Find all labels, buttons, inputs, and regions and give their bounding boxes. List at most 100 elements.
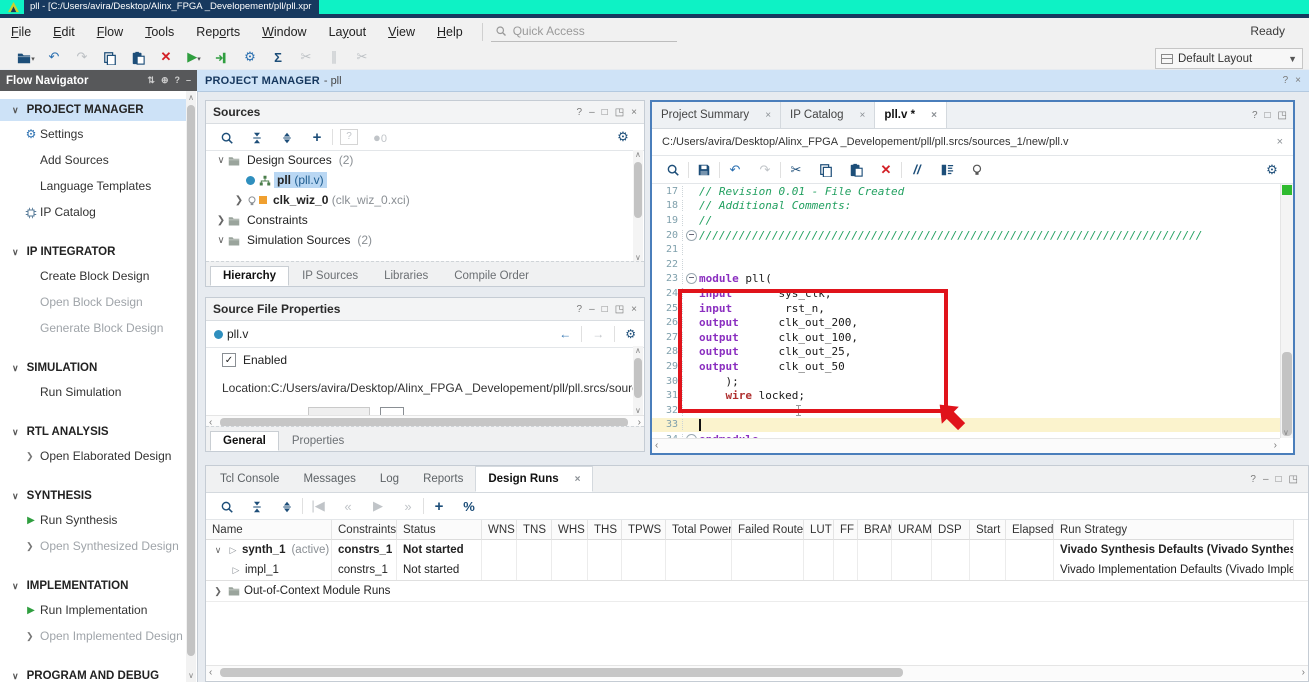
search-icon[interactable] <box>658 162 688 178</box>
scroll-up-icon[interactable]: ∧ <box>635 346 641 355</box>
scrollbar-thumb[interactable] <box>187 105 195 656</box>
back-arrow-icon[interactable]: ← <box>559 327 571 341</box>
minimize-icon[interactable]: – <box>186 75 191 86</box>
column-header-start[interactable]: Start <box>970 520 1006 540</box>
sidebar-item-open-implemented-design[interactable]: ❯Open Implemented Design <box>0 623 186 649</box>
sidebar-item-language-templates[interactable]: Language Templates <box>0 173 186 199</box>
type-dropdown[interactable] <box>308 407 370 415</box>
fold-marker-icon[interactable] <box>686 273 697 284</box>
maximize-icon[interactable]: □ <box>1265 110 1271 121</box>
search-icon[interactable] <box>212 129 242 145</box>
menu-item-layout[interactable]: Layout <box>318 25 378 39</box>
code-line[interactable]: 27output clk_out_100, <box>652 330 1280 345</box>
scroll-up-icon[interactable]: ∧ <box>186 93 196 102</box>
percent-icon[interactable]: % <box>454 499 484 514</box>
sidebar-item-ip-catalog[interactable]: IP Catalog <box>0 199 186 225</box>
code-line[interactable]: 29output clk_out_50 <box>652 359 1280 374</box>
tab-hierarchy[interactable]: Hierarchy <box>210 266 289 286</box>
sidebar-item-add-sources[interactable]: Add Sources <box>0 147 186 173</box>
cut-icon[interactable]: ✂ <box>781 162 811 178</box>
sum-report-button[interactable]: Σ <box>264 50 292 65</box>
code-line[interactable]: 20//////////////////////////////////////… <box>652 228 1280 243</box>
column-header-elapsed[interactable]: Elapsed <box>1006 520 1054 540</box>
editor-tab-pll-v[interactable]: pll.v *× <box>875 102 947 128</box>
close-tab-icon[interactable]: × <box>575 474 581 485</box>
tab-compile-order[interactable]: Compile Order <box>441 266 542 286</box>
minimize-icon[interactable]: – <box>1263 474 1269 485</box>
table-group-row[interactable]: ❯Out-of-Context Module Runs <box>206 580 1308 602</box>
scrollbar-thumb[interactable] <box>220 668 903 677</box>
scroll-left-icon[interactable]: ‹ <box>655 440 658 451</box>
chevron-right-icon[interactable]: ❯ <box>214 215 228 226</box>
layout-selector[interactable]: Default Layout ▼ <box>1155 48 1303 69</box>
tab-properties[interactable]: Properties <box>279 431 357 451</box>
column-header-tpws[interactable]: TPWS <box>622 520 666 540</box>
scrollbar-thumb[interactable] <box>1282 352 1292 436</box>
scrollbar-thumb[interactable] <box>634 358 642 398</box>
maximize-icon[interactable]: □ <box>1276 474 1282 485</box>
column-header-run-strategy[interactable]: Run Strategy <box>1054 520 1294 540</box>
editor-tab-ip-catalog[interactable]: IP Catalog× <box>781 102 875 128</box>
step-forward-icon[interactable]: » <box>393 499 423 514</box>
editor-tab-project-summary[interactable]: Project Summary× <box>652 102 781 128</box>
toggle-comment-icon[interactable]: // <box>902 162 932 177</box>
help-icon[interactable]: ? <box>1250 474 1256 485</box>
scroll-down-icon[interactable]: ∨ <box>635 406 641 415</box>
code-editor[interactable]: 17// Revision 0.01 - File Created18// Ad… <box>652 184 1280 438</box>
sidebar-section-rtl-analysis[interactable]: ∨RTL ANALYSIS <box>0 421 186 443</box>
column-header-whs[interactable]: WHS <box>552 520 588 540</box>
paste-icon[interactable] <box>841 162 871 178</box>
close-tab-icon[interactable]: × <box>860 110 866 121</box>
bottom-tab-log[interactable]: Log <box>368 466 411 492</box>
copy-icon[interactable] <box>811 162 841 178</box>
chevron-down-icon[interactable]: ∨ <box>214 235 228 246</box>
column-header-dsp[interactable]: DSP <box>932 520 970 540</box>
play-run-icon[interactable]: ▶ <box>363 498 393 514</box>
float-icon[interactable]: ◳ <box>1278 110 1287 121</box>
step-back-icon[interactable]: « <box>333 499 363 514</box>
collapse-all-icon[interactable] <box>242 499 272 514</box>
close-tab-icon[interactable]: × <box>765 110 771 121</box>
close-tab-icon[interactable]: × <box>931 110 937 121</box>
column-header-ff[interactable]: FF <box>834 520 858 540</box>
code-line[interactable]: 25input rst_n, <box>652 301 1280 316</box>
code-line[interactable]: 32 <box>652 403 1280 418</box>
code-line[interactable]: 22 <box>652 257 1280 272</box>
column-header-lut[interactable]: LUT <box>804 520 834 540</box>
lightbulb-icon[interactable] <box>962 162 992 178</box>
boxed-help-icon[interactable]: ? <box>340 129 358 145</box>
expand-all-icon[interactable] <box>272 499 302 514</box>
editor-vscrollbar[interactable]: ∨ <box>1280 184 1293 438</box>
sidebar-section-ip-integrator[interactable]: ∨IP INTEGRATOR <box>0 241 186 263</box>
open-project-button[interactable]: ▾ <box>12 49 40 65</box>
code-line[interactable]: 31 wire locked; <box>652 388 1280 403</box>
close-icon[interactable]: × <box>1295 75 1301 86</box>
maximize-icon[interactable]: □ <box>602 304 608 315</box>
sidebar-section-synthesis[interactable]: ∨SYNTHESIS <box>0 485 186 507</box>
close-icon[interactable]: × <box>631 107 637 118</box>
scroll-down-icon[interactable]: ∨ <box>1283 428 1289 437</box>
chevron-right-icon[interactable]: ❯ <box>232 195 246 206</box>
tree-item-pll[interactable]: pll (pll.v) <box>206 170 633 190</box>
editor-hscrollbar[interactable]: ‹ › <box>652 438 1280 453</box>
slash-disabled-button[interactable]: ∥ <box>320 49 348 65</box>
tree-item-clk-wiz-0[interactable]: ❯clk_wiz_0 (clk_wiz_0.xci) <box>206 190 633 210</box>
delete-icon[interactable]: ✕ <box>871 162 901 178</box>
float-icon[interactable]: ◳ <box>1289 474 1298 485</box>
first-run-icon[interactable]: |◀ <box>303 498 333 514</box>
cut-disabled-button[interactable]: ✂ <box>292 49 320 65</box>
help-icon[interactable]: ? <box>1252 110 1258 121</box>
scroll-left-icon[interactable]: ‹ <box>209 667 212 678</box>
chevron-right-icon[interactable]: ❯ <box>212 586 224 597</box>
tab-libraries[interactable]: Libraries <box>371 266 441 286</box>
menu-item-window[interactable]: Window <box>251 25 317 39</box>
menu-item-reports[interactable]: Reports <box>185 25 251 39</box>
scissors-disabled-button[interactable]: ✂ <box>348 49 376 65</box>
enabled-checkbox[interactable]: ✓ <box>222 353 236 367</box>
scroll-up-icon[interactable]: ∧ <box>635 150 641 159</box>
copy-button[interactable] <box>96 49 124 65</box>
sidebar-item-open-block-design[interactable]: Open Block Design <box>0 289 186 315</box>
minimize-icon[interactable]: – <box>589 107 595 118</box>
type-checkbox[interactable] <box>380 407 404 415</box>
quick-access-search[interactable]: Quick Access <box>491 22 677 42</box>
